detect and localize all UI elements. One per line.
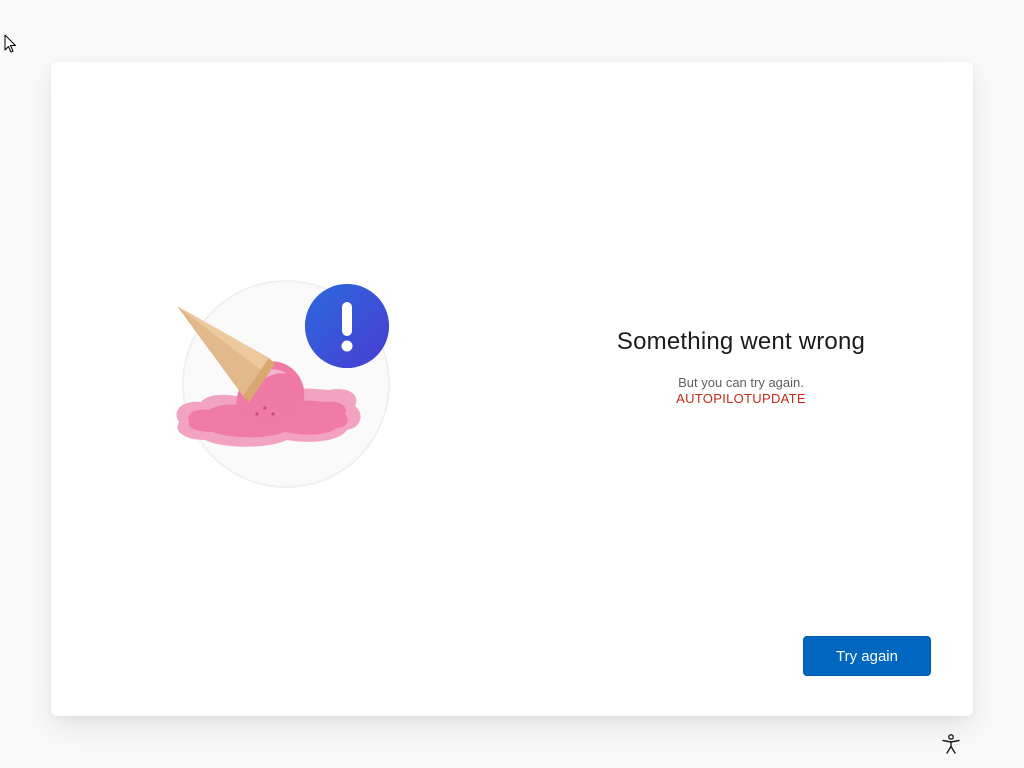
mouse-cursor-icon [4,34,16,53]
try-again-button[interactable]: Try again [803,636,931,676]
error-message-block: Something went wrong But you can try aga… [571,328,911,406]
page-title: Something went wrong [616,328,866,355]
melted-ice-cream-error-illustration [176,280,390,488]
error-code: AUTOPILOTUPDATE [676,391,806,406]
accessibility-icon[interactable] [940,733,962,755]
subtitle-text: But you can try again. [678,375,804,390]
error-dialog-card: Something went wrong But you can try aga… [51,62,973,716]
exclamation-icon [341,302,353,352]
